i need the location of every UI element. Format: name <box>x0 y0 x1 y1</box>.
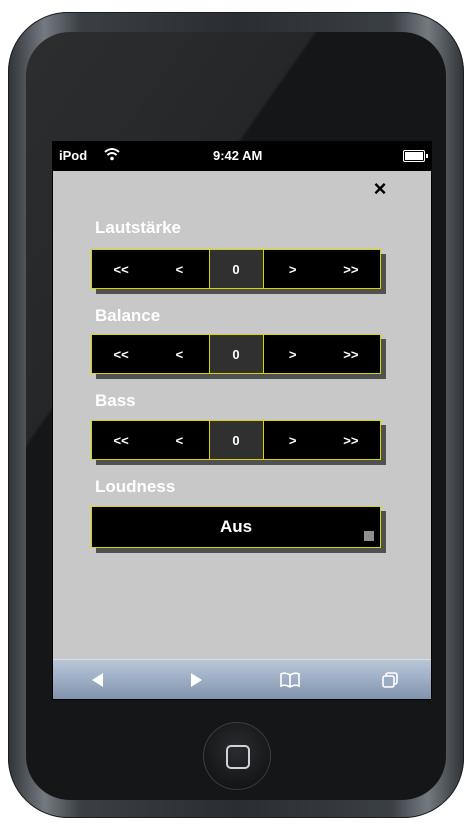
clock: 9:42 AM <box>213 148 263 163</box>
volume-fast-down-button[interactable]: << <box>92 250 150 288</box>
browser-toolbar <box>53 659 431 699</box>
loudness-indicator <box>364 531 374 541</box>
loudness-toggle-button[interactable]: Aus <box>91 506 381 548</box>
status-bar: iPod 9:42 AM <box>53 142 431 171</box>
carrier-label: iPod <box>59 148 88 163</box>
loudness-label: Loudness <box>95 477 176 496</box>
home-button[interactable] <box>203 722 271 790</box>
wifi-icon <box>103 145 121 166</box>
forward-icon[interactable] <box>181 668 211 692</box>
balance-value: 0 <box>208 335 264 373</box>
home-square-icon <box>226 745 250 769</box>
balance-down-button[interactable]: < <box>150 335 208 373</box>
volume-value: 0 <box>208 250 264 288</box>
balance-control: << < 0 > >> <box>91 334 381 374</box>
bass-up-button[interactable]: > <box>264 421 322 459</box>
bookmarks-icon[interactable] <box>275 668 305 692</box>
volume-label: Lautstärke <box>95 218 181 237</box>
screen: iPod 9:42 AM × Lautstärke << < 0 > >> Ba… <box>52 141 432 700</box>
battery-icon <box>403 150 428 162</box>
loudness-state: Aus <box>219 517 253 536</box>
back-icon[interactable] <box>83 668 113 692</box>
close-button[interactable]: × <box>370 178 390 200</box>
bass-fast-up-button[interactable]: >> <box>322 421 380 459</box>
bass-value: 0 <box>208 421 264 459</box>
volume-down-button[interactable]: < <box>150 250 208 288</box>
balance-up-button[interactable]: > <box>264 335 322 373</box>
balance-fast-up-button[interactable]: >> <box>322 335 380 373</box>
volume-fast-up-button[interactable]: >> <box>322 250 380 288</box>
bass-down-button[interactable]: < <box>150 421 208 459</box>
volume-control: << < 0 > >> <box>91 249 381 289</box>
volume-up-button[interactable]: > <box>264 250 322 288</box>
pages-icon[interactable] <box>375 668 405 692</box>
bass-label: Bass <box>95 391 136 410</box>
bass-control: << < 0 > >> <box>91 420 381 460</box>
balance-fast-down-button[interactable]: << <box>92 335 150 373</box>
bass-fast-down-button[interactable]: << <box>92 421 150 459</box>
balance-label: Balance <box>95 306 161 325</box>
